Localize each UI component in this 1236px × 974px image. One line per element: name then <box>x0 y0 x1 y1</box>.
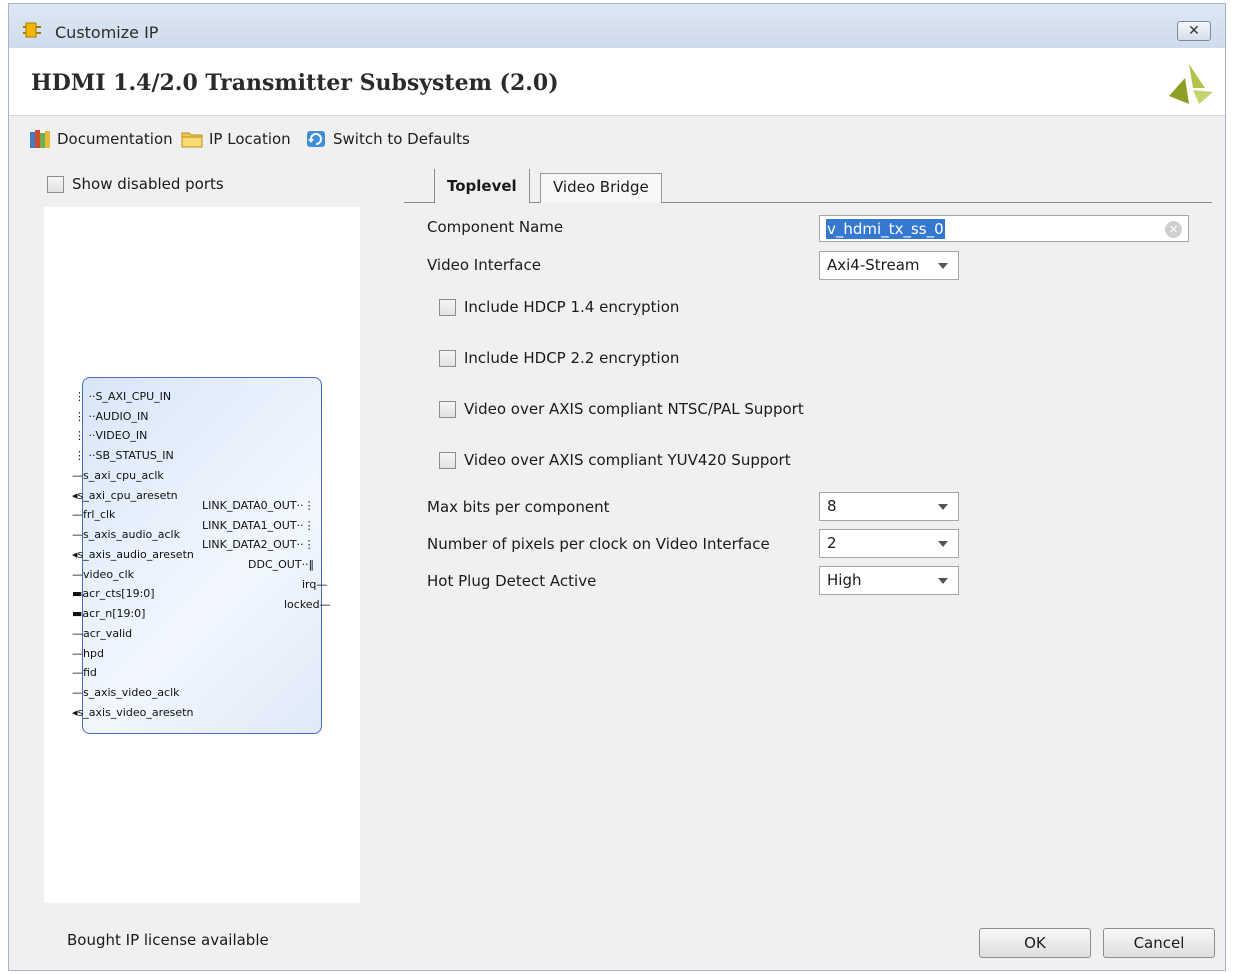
port-left: —s_axi_cpu_aclk <box>72 469 164 482</box>
xilinx-logo-icon <box>1169 64 1213 104</box>
ip-header: HDMI 1.4/2.0 Transmitter Subsystem (2.0) <box>9 48 1225 116</box>
video-interface-label: Video Interface <box>427 256 541 274</box>
ok-button[interactable]: OK <box>979 928 1091 958</box>
cancel-button[interactable]: Cancel <box>1103 928 1215 958</box>
ntsc-pal-checkbox[interactable]: Video over AXIS compliant NTSC/PAL Suppo… <box>439 400 804 418</box>
hdcp22-label: Include HDCP 2.2 encryption <box>464 349 680 367</box>
port-left: ◂s_axi_cpu_aresetn <box>72 489 178 502</box>
ip-location-button[interactable]: IP Location <box>181 129 291 149</box>
port-left: —frl_clk <box>72 508 116 521</box>
port-right: locked— <box>284 598 331 611</box>
port-left: ⋮ ··AUDIO_IN <box>74 410 149 423</box>
hpd-active-select[interactable]: High <box>819 566 959 595</box>
yuv420-checkbox[interactable]: Video over AXIS compliant YUV420 Support <box>439 451 791 469</box>
component-name-value: v_hdmi_tx_ss_0 <box>826 219 945 239</box>
port-right: DDC_OUT··‖ <box>248 558 315 571</box>
port-left: —fid <box>72 666 97 679</box>
video-interface-value: Axi4-Stream <box>827 256 920 274</box>
max-bits-select[interactable]: 8 <box>819 492 959 521</box>
hpd-active-value: High <box>827 571 862 589</box>
books-icon <box>30 130 50 148</box>
refresh-icon <box>307 131 325 147</box>
clear-icon[interactable]: × <box>1165 221 1182 238</box>
max-bits-label: Max bits per component <box>427 498 610 516</box>
folder-icon <box>181 132 203 148</box>
show-disabled-ports-label: Show disabled ports <box>72 175 224 193</box>
port-left: —acr_valid <box>72 627 133 640</box>
tab-bar: Toplevel Video Bridge <box>404 169 1212 203</box>
customize-ip-window: Customize IP ✕ HDMI 1.4/2.0 Transmitter … <box>8 3 1226 971</box>
close-icon: ✕ <box>1188 23 1200 39</box>
customize-ip-icon <box>23 22 41 38</box>
port-left: ▬acr_cts[19:0] <box>72 587 155 600</box>
toplevel-form: Component Name v_hdmi_tx_ss_0 × Video In… <box>427 214 1227 614</box>
documentation-label: Documentation <box>57 130 173 148</box>
port-right: LINK_DATA2_OUT··⋮ <box>202 538 315 551</box>
show-disabled-ports-checkbox[interactable]: Show disabled ports <box>47 175 365 193</box>
toolbar: Documentation IP Location Switch to Defa… <box>9 116 1225 160</box>
hpd-active-label: Hot Plug Detect Active <box>427 572 597 590</box>
chevron-down-icon <box>938 504 948 510</box>
title-bar: Customize IP ✕ <box>9 4 1225 48</box>
hdcp22-checkbox[interactable]: Include HDCP 2.2 encryption <box>439 349 679 367</box>
ip-location-label: IP Location <box>209 130 291 148</box>
port-left: ⋮ ··VIDEO_IN <box>74 429 148 442</box>
chevron-down-icon <box>938 578 948 584</box>
port-right: irq— <box>302 578 328 591</box>
window-title: Customize IP <box>55 23 159 42</box>
port-left: —video_clk <box>72 568 135 581</box>
pixels-per-clock-value: 2 <box>827 534 837 552</box>
port-left: —hpd <box>72 647 104 660</box>
pixels-per-clock-label: Number of pixels per clock on Video Inte… <box>427 535 770 553</box>
chevron-down-icon <box>938 541 948 547</box>
left-panel: Show disabled ports <box>47 175 365 193</box>
documentation-button[interactable]: Documentation <box>29 129 173 149</box>
checkbox-box[interactable] <box>439 400 456 418</box>
checkbox-box[interactable] <box>439 349 456 367</box>
checkbox-box[interactable] <box>439 451 456 469</box>
tab-video-bridge[interactable]: Video Bridge <box>540 173 662 203</box>
port-right: LINK_DATA1_OUT··⋮ <box>202 519 315 532</box>
hdcp14-checkbox[interactable]: Include HDCP 1.4 encryption <box>439 298 679 316</box>
port-left: ⋮ ··SB_STATUS_IN <box>74 449 174 462</box>
hdcp14-label: Include HDCP 1.4 encryption <box>464 298 680 316</box>
component-name-label: Component Name <box>427 218 564 236</box>
chevron-down-icon <box>938 263 948 269</box>
port-left: —s_axis_audio_aclk <box>72 528 180 541</box>
switch-to-defaults-button[interactable]: Switch to Defaults <box>305 129 470 149</box>
port-left: ▬acr_n[19:0] <box>72 607 146 620</box>
max-bits-value: 8 <box>827 497 837 515</box>
switch-to-defaults-label: Switch to Defaults <box>333 130 470 148</box>
close-button[interactable]: ✕ <box>1177 21 1211 41</box>
port-left: ◂s_axis_video_aresetn <box>72 706 194 719</box>
port-left: ⋮ ··S_AXI_CPU_IN <box>74 390 172 403</box>
checkbox-box[interactable] <box>47 175 64 193</box>
video-interface-select[interactable]: Axi4-Stream <box>819 251 959 280</box>
ip-title: HDMI 1.4/2.0 Transmitter Subsystem (2.0) <box>31 70 559 96</box>
checkbox-box[interactable] <box>439 298 456 316</box>
ip-symbol-preview: ⋮ ··S_AXI_CPU_IN ⋮ ··AUDIO_IN ⋮ ··VIDEO_… <box>44 207 360 903</box>
license-status: Bought IP license available <box>67 931 269 949</box>
yuv420-label: Video over AXIS compliant YUV420 Support <box>464 451 791 469</box>
port-right: LINK_DATA0_OUT··⋮ <box>202 499 315 512</box>
port-left: ◂s_axis_audio_aresetn <box>72 548 194 561</box>
component-name-input[interactable]: v_hdmi_tx_ss_0 × <box>819 215 1189 242</box>
port-left: —s_axis_video_aclk <box>72 686 180 699</box>
tab-toplevel[interactable]: Toplevel <box>434 169 530 203</box>
ntsc-pal-label: Video over AXIS compliant NTSC/PAL Suppo… <box>464 400 804 418</box>
pixels-per-clock-select[interactable]: 2 <box>819 529 959 558</box>
